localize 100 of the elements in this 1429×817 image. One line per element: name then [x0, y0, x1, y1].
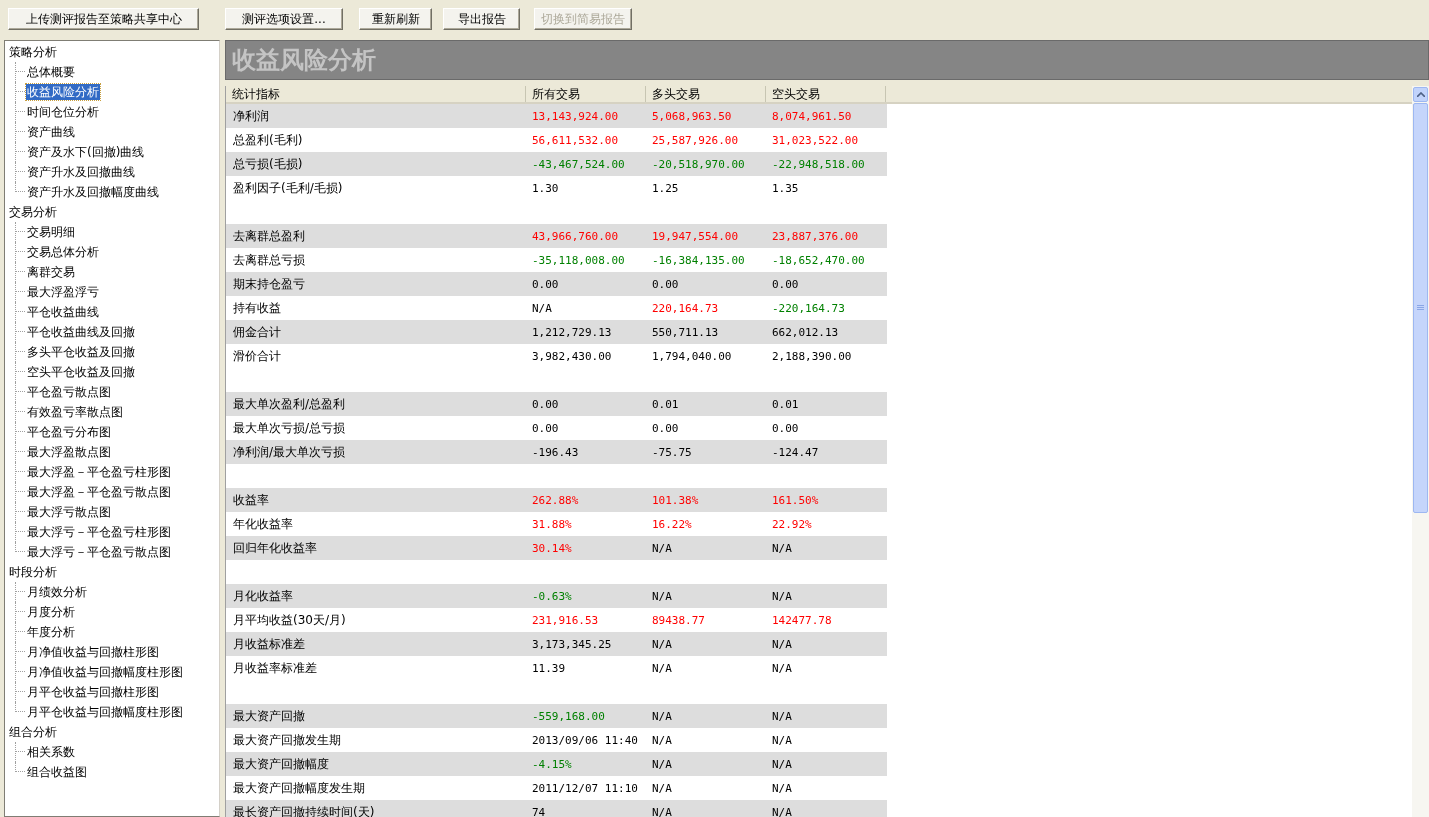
tree-item[interactable]: 总体概要	[26, 64, 76, 80]
tree-item[interactable]: 组合收益图	[26, 764, 88, 780]
tree-item[interactable]: 资产曲线	[26, 124, 76, 140]
tree-item[interactable]: 收益风险分析	[26, 84, 100, 100]
metric-label: 期末持仓盈亏	[232, 275, 306, 293]
tree-item[interactable]: 最大浮亏－平仓盈亏散点图	[26, 544, 172, 560]
tree-group-item[interactable]: 时段分析	[7, 562, 59, 582]
metric-value: 1,794,040.00	[651, 349, 733, 363]
tree-item[interactable]: 平仓收益曲线及回撤	[26, 324, 136, 340]
metric-label: 回归年化收益率	[232, 539, 318, 557]
metric-value: 31.88%	[531, 517, 573, 531]
scroll-thumb[interactable]	[1413, 103, 1428, 513]
tree-item[interactable]: 月平仓收益与回撤柱形图	[26, 684, 160, 700]
metric-value: 0.01	[771, 397, 800, 411]
column-header[interactable]: 多头交易	[646, 86, 766, 102]
metric-value: N/A	[771, 733, 793, 747]
metric-value: N/A	[771, 661, 793, 675]
toolbar-button[interactable]: 重新刷新	[359, 8, 432, 30]
tree-item[interactable]: 月净值收益与回撤柱形图	[26, 644, 160, 660]
column-header[interactable]: 所有交易	[526, 86, 646, 102]
metric-value: N/A	[651, 709, 673, 723]
metric-value: 56,611,532.00	[531, 133, 620, 147]
metric-value: 662,012.13	[771, 325, 840, 339]
metric-value: N/A	[771, 637, 793, 651]
metric-value: 2013/09/06 11:40	[531, 733, 639, 747]
tree-item[interactable]: 有效盈亏率散点图	[26, 404, 124, 420]
tree-item[interactable]: 月平仓收益与回撤幅度柱形图	[26, 704, 184, 720]
metric-value: 19,947,554.00	[651, 229, 740, 243]
metric-label: 收益率	[232, 491, 270, 509]
metric-value: 1.25	[651, 181, 680, 195]
metric-value: 0.00	[651, 277, 680, 291]
metric-label: 净利润	[232, 107, 270, 125]
tree-item[interactable]: 最大浮盈散点图	[26, 444, 112, 460]
tree-item[interactable]: 月度分析	[26, 604, 76, 620]
tree-item[interactable]: 资产及水下(回撤)曲线	[26, 144, 146, 160]
tree-item[interactable]: 时间仓位分析	[26, 104, 100, 120]
metric-value: -22,948,518.00	[771, 157, 866, 171]
metric-value: N/A	[651, 733, 673, 747]
metric-value: 0.00	[531, 277, 560, 291]
tree-item[interactable]: 年度分析	[26, 624, 76, 640]
tree-item[interactable]: 平仓盈亏散点图	[26, 384, 112, 400]
metric-value: 231,916.53	[531, 613, 600, 627]
tree-item[interactable]: 最大浮盈－平仓盈亏散点图	[26, 484, 172, 500]
metric-label: 最大资产回撤幅度	[232, 755, 330, 773]
metric-label: 最大单次亏损/总亏损	[232, 419, 347, 437]
tree-item[interactable]: 交易明细	[26, 224, 76, 240]
tree-item[interactable]: 离群交易	[26, 264, 76, 280]
tree-item[interactable]: 资产升水及回撤幅度曲线	[26, 184, 160, 200]
scroll-up-button[interactable]	[1413, 87, 1428, 102]
tree-item[interactable]: 交易总体分析	[26, 244, 100, 260]
metric-label: 总亏损(毛损)	[232, 155, 304, 173]
tree-item[interactable]: 最大浮亏散点图	[26, 504, 112, 520]
tree-item[interactable]: 月绩效分析	[26, 584, 88, 600]
tree-item[interactable]: 资产升水及回撤曲线	[26, 164, 136, 180]
metric-value: 43,966,760.00	[531, 229, 620, 243]
toolbar-button[interactable]: 上传测评报告至策略共享中心	[8, 8, 199, 30]
metric-label: 净利润/最大单次亏损	[232, 443, 347, 461]
tree-item[interactable]: 相关系数	[26, 744, 76, 760]
metric-value: N/A	[771, 781, 793, 795]
metric-value: -35,118,008.00	[531, 253, 626, 267]
metric-label: 佣金合计	[232, 323, 282, 341]
metric-value: -20,518,970.00	[651, 157, 746, 171]
metric-value: 23,887,376.00	[771, 229, 860, 243]
tree-group-item[interactable]: 策略分析	[7, 42, 59, 62]
metric-value: 22.92%	[771, 517, 813, 531]
tree-item[interactable]: 最大浮盈浮亏	[26, 284, 100, 300]
metric-value: 5,068,963.50	[651, 109, 733, 123]
metric-label: 去离群总盈利	[232, 227, 306, 245]
tree-group-item[interactable]: 交易分析	[7, 202, 59, 222]
metric-value: 25,587,926.00	[651, 133, 740, 147]
tree-item[interactable]: 多头平仓收益及回撤	[26, 344, 136, 360]
metric-value: 0.01	[651, 397, 680, 411]
metric-label: 月平均收益(30天/月)	[232, 611, 347, 629]
tree-item[interactable]: 最大浮盈－平仓盈亏柱形图	[26, 464, 172, 480]
metric-value: 2011/12/07 11:10	[531, 781, 639, 795]
metric-label: 去离群总亏损	[232, 251, 306, 269]
column-header[interactable]: 空头交易	[766, 86, 886, 102]
metric-label: 最大资产回撤发生期	[232, 731, 342, 749]
up-chevron-icon	[1416, 92, 1425, 97]
toolbar-button[interactable]: 测评选项设置...	[225, 8, 343, 30]
tree-item[interactable]: 空头平仓收益及回撤	[26, 364, 136, 380]
metric-value: 0.00	[771, 421, 800, 435]
metric-value: N/A	[531, 301, 553, 315]
metric-value: N/A	[651, 541, 673, 555]
metric-value: 0.00	[531, 421, 560, 435]
tree-item[interactable]: 最大浮亏－平仓盈亏柱形图	[26, 524, 172, 540]
metric-value: N/A	[771, 757, 793, 771]
tree-item[interactable]: 月净值收益与回撤幅度柱形图	[26, 664, 184, 680]
metric-value: 220,164.73	[651, 301, 720, 315]
metric-value: 0.00	[771, 277, 800, 291]
column-header[interactable]: 统计指标	[226, 86, 526, 102]
tree-group-item[interactable]: 组合分析	[7, 722, 59, 742]
vertical-scrollbar[interactable]	[1412, 86, 1429, 817]
tree-item[interactable]: 平仓盈亏分布图	[26, 424, 112, 440]
metric-value: 0.00	[531, 397, 560, 411]
metric-label: 最大单次盈利/总盈利	[232, 395, 347, 413]
metric-value: 31,023,522.00	[771, 133, 860, 147]
metric-label: 最长资产回撤持续时间(天)	[232, 803, 376, 817]
tree-item[interactable]: 平仓收益曲线	[26, 304, 100, 320]
toolbar-button[interactable]: 导出报告	[443, 8, 520, 30]
